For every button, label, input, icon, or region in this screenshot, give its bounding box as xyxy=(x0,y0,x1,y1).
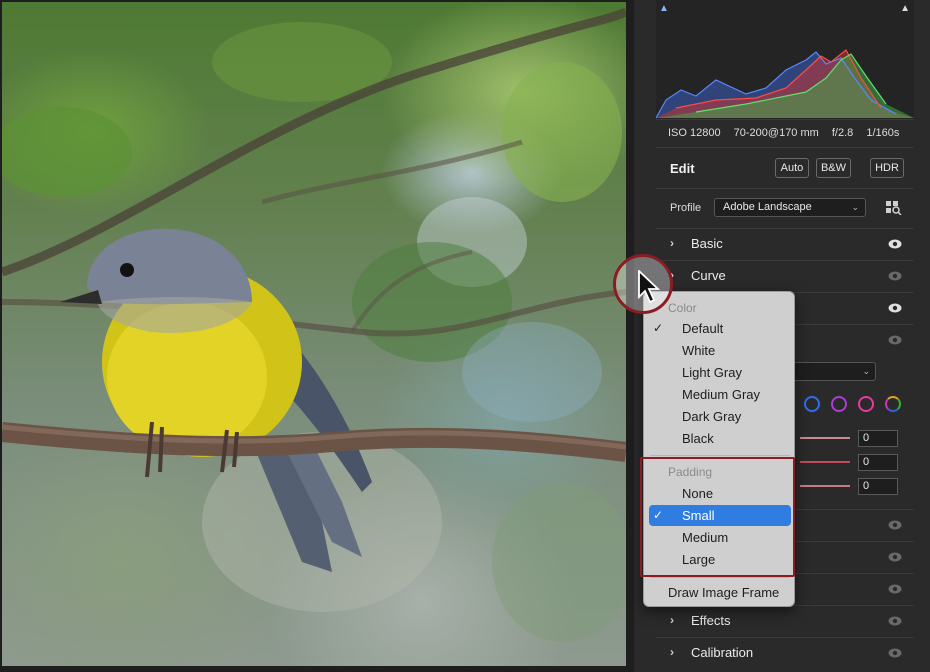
blue-swatch[interactable] xyxy=(804,396,820,412)
menu-item-label: Black xyxy=(682,431,714,446)
menu-header-color: Color xyxy=(668,301,697,315)
slider-track[interactable] xyxy=(800,485,850,487)
exif-info: ISO 12800 70-200@170 mm f/2.8 1/160s xyxy=(668,127,918,139)
menu-item-label: Dark Gray xyxy=(682,409,742,424)
histogram: ▲ ▲ xyxy=(655,0,914,120)
edit-title: Edit xyxy=(670,161,695,176)
menu-item-color[interactable]: Black xyxy=(649,428,791,449)
highlight-clipping-icon[interactable]: ▲ xyxy=(900,3,910,14)
shadow-clipping-icon[interactable]: ▲ xyxy=(659,3,669,14)
eye-icon[interactable] xyxy=(888,302,902,314)
slider-value-input[interactable]: 0 xyxy=(858,430,898,447)
color-mix-select[interactable]: ⌄ xyxy=(792,362,876,381)
profile-browser-icon[interactable] xyxy=(886,201,902,215)
slider-track[interactable] xyxy=(800,461,850,463)
lens-value: 70-200@170 mm xyxy=(733,127,819,139)
eye-icon[interactable] xyxy=(888,583,902,595)
eye-icon[interactable] xyxy=(888,334,902,346)
menu-item-label: Draw Image Frame xyxy=(668,585,780,600)
section-label: Calibration xyxy=(691,645,754,660)
histogram-graph xyxy=(655,49,914,119)
all-colors-swatch[interactable] xyxy=(885,396,901,412)
profile-value: Adobe Landscape xyxy=(723,201,812,213)
shutter-value: 1/160s xyxy=(866,127,900,139)
chevron-right-icon: › xyxy=(670,645,674,659)
menu-item-color[interactable]: White xyxy=(649,340,791,361)
menu-item-color[interactable]: Light Gray xyxy=(649,362,791,383)
section-effects[interactable]: › Effects xyxy=(656,605,914,635)
eye-icon[interactable] xyxy=(888,270,902,282)
hdr-button[interactable]: HDR xyxy=(870,158,904,178)
section-label: Curve xyxy=(691,268,726,283)
eye-icon[interactable] xyxy=(888,519,902,531)
menu-divider xyxy=(650,455,790,456)
menu-item-label: White xyxy=(682,343,716,358)
divider xyxy=(656,188,914,189)
chevron-down-icon: ⌄ xyxy=(851,202,859,212)
slider-value-input[interactable]: 0 xyxy=(858,478,898,495)
section-label: Effects xyxy=(691,613,731,628)
iso-value: ISO 12800 xyxy=(668,127,721,139)
menu-item-label: Default xyxy=(682,321,724,336)
slider-track[interactable] xyxy=(800,437,850,439)
chevron-right-icon: › xyxy=(670,236,674,250)
auto-button[interactable]: Auto xyxy=(775,158,809,178)
magenta-swatch[interactable] xyxy=(858,396,874,412)
eye-icon[interactable] xyxy=(888,615,902,627)
slider-value-input[interactable]: 0 xyxy=(858,454,898,471)
section-label: Basic xyxy=(691,236,723,251)
menu-item-label: Medium Gray xyxy=(682,387,761,402)
menu-item-color[interactable]: Medium Gray xyxy=(649,384,791,405)
menu-item-color[interactable]: ✓ Default xyxy=(649,318,791,339)
profile-select[interactable]: Adobe Landscape ⌄ xyxy=(714,198,866,217)
purple-swatch[interactable] xyxy=(831,396,847,412)
aperture-value: f/2.8 xyxy=(831,127,854,139)
chevron-right-icon: › xyxy=(670,613,674,627)
menu-item-draw-image-frame[interactable]: Draw Image Frame xyxy=(649,582,791,603)
padding-highlight-annotation xyxy=(640,457,795,577)
menu-item-color[interactable]: Dark Gray xyxy=(649,406,791,427)
profile-label: Profile xyxy=(670,202,702,214)
photo-canvas[interactable] xyxy=(2,2,626,666)
divider xyxy=(656,147,914,148)
mouse-pointer-icon xyxy=(638,270,661,304)
menu-divider xyxy=(650,577,790,578)
chevron-down-icon: ⌄ xyxy=(862,366,870,376)
section-calibration[interactable]: › Calibration xyxy=(656,637,914,667)
bird-photo xyxy=(2,7,626,642)
eye-icon[interactable] xyxy=(888,551,902,563)
menu-item-label: Light Gray xyxy=(682,365,742,380)
checkmark-icon: ✓ xyxy=(653,321,664,335)
section-curve[interactable]: › Curve xyxy=(656,260,914,290)
section-basic[interactable]: › Basic xyxy=(656,228,914,258)
bw-button[interactable]: B&W xyxy=(816,158,851,178)
eye-icon[interactable] xyxy=(888,647,902,659)
eye-icon[interactable] xyxy=(888,238,902,250)
